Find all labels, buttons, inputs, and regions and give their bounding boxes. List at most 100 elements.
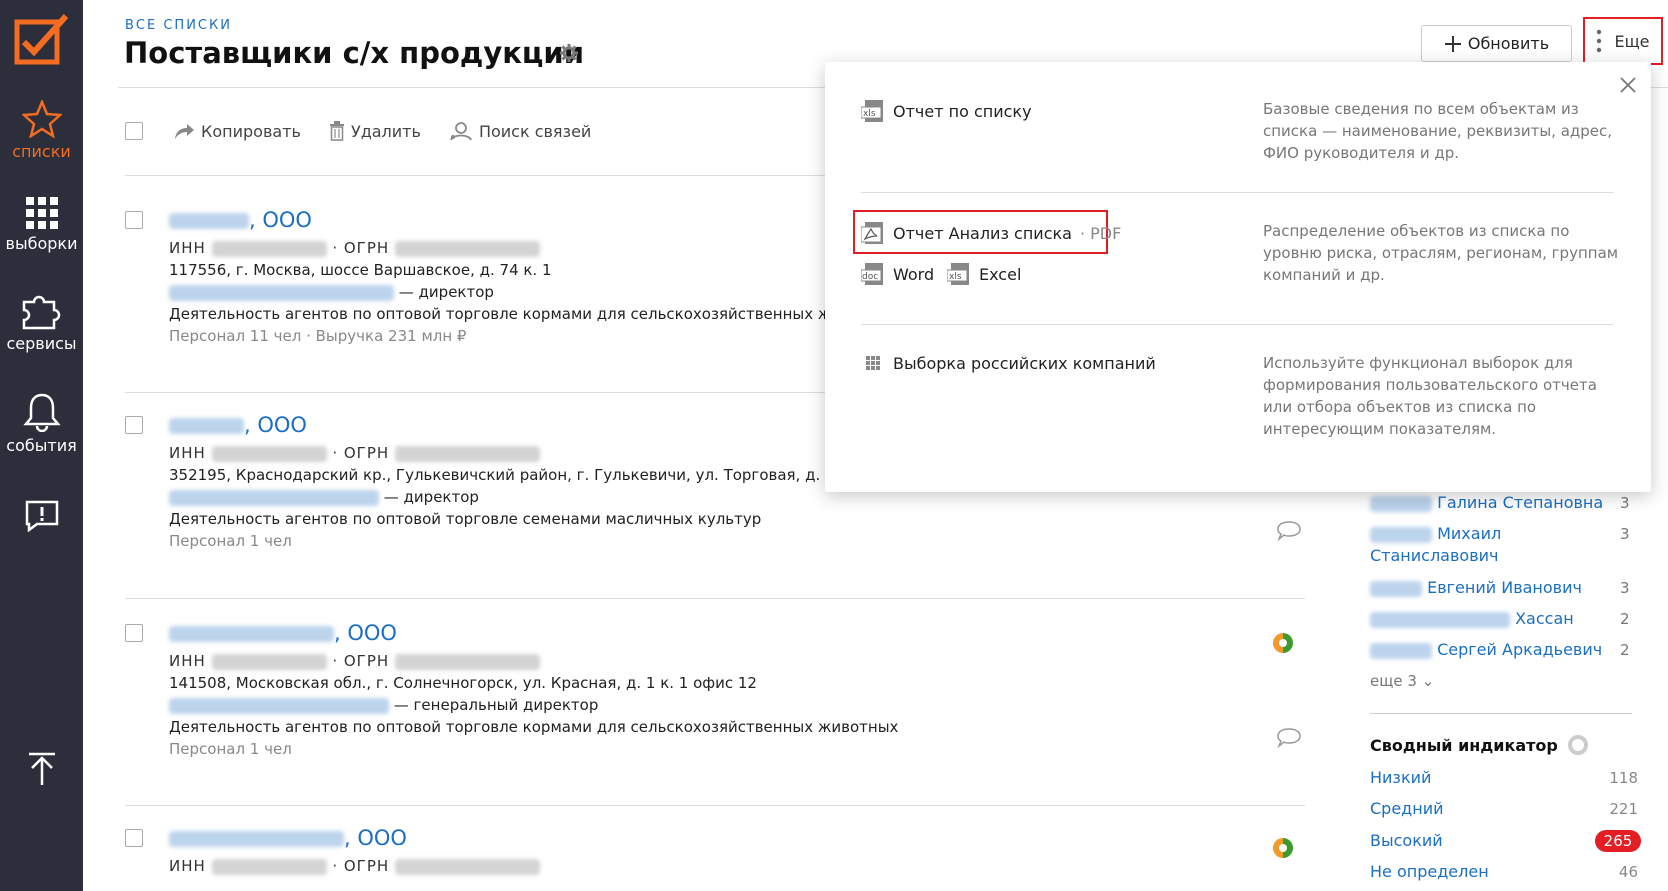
excel-label: Excel [979, 264, 1022, 284]
company-ids: ИНН · ОГРН [169, 652, 1169, 670]
report-analysis-label: Отчет Анализ списка [893, 223, 1072, 243]
person-count: 3 [1620, 494, 1630, 512]
search-links-label: Поиск связей [478, 121, 592, 141]
search-links-button[interactable]: Поиск связей [449, 121, 591, 141]
sidebar-item-lists[interactable]: списки [0, 100, 83, 161]
copy-button[interactable]: Копировать [173, 122, 301, 141]
company-checkbox[interactable] [125, 416, 143, 434]
pdf-format-tag: · PDF [1079, 223, 1122, 243]
logo-icon[interactable] [14, 10, 72, 68]
person-count: 2 [1620, 610, 1630, 628]
card-divider [125, 598, 1305, 599]
risk-indicator-icon[interactable] [1273, 838, 1293, 858]
pdf-file-icon [861, 222, 883, 244]
breadcrumb[interactable]: ВСЕ СПИСКИ [125, 18, 232, 33]
svg-text:xls: xls [949, 272, 962, 282]
person-count: 3 [1620, 579, 1630, 597]
sidebar-item-services[interactable]: сервисы [0, 292, 83, 353]
company-activity: Деятельность агентов по оптовой торговле… [169, 718, 899, 736]
more-dropdown-menu: xls Отчет по списку Базовые сведения по … [825, 62, 1651, 492]
sidebar-item-selections[interactable]: выборки [0, 196, 83, 253]
report-list-item[interactable]: xls Отчет по списку [861, 100, 1032, 122]
selection-item[interactable]: Выборка российских компаний [861, 352, 1156, 374]
person-count: 3 [1620, 525, 1630, 543]
person-link[interactable]: Евгений Иванович [1370, 577, 1610, 599]
company-stats: Персонал 1 чел [169, 740, 292, 758]
summary-undefined-value: 46 [1618, 863, 1638, 881]
excel-export-item[interactable]: xls Excel [947, 263, 1021, 285]
refresh-button[interactable]: Обновить [1421, 25, 1572, 62]
svg-text:xls: xls [863, 109, 876, 119]
trash-icon [329, 121, 344, 141]
summary-indicator-title: Сводный индикатор [1370, 735, 1588, 755]
summary-medium-link[interactable]: Средний [1370, 799, 1444, 818]
selection-label: Выборка российских компаний [893, 353, 1156, 373]
star-icon [21, 100, 62, 138]
sidebar: списки выборки сервисы события [0, 0, 83, 891]
more-button[interactable]: Еще [1583, 17, 1663, 65]
report-analysis-item[interactable]: Отчет Анализ списка · PDF [861, 222, 1121, 244]
alert-chat-icon [25, 500, 58, 532]
kebab-menu-icon [1597, 29, 1602, 53]
person-link[interactable]: Михаил Станиславович [1370, 523, 1540, 567]
word-label: Word [893, 264, 935, 284]
company-head: — генеральный директор [169, 696, 1169, 714]
report-list-description: Базовые сведения по всем объектам из спи… [1263, 100, 1613, 162]
feedback-button[interactable] [0, 500, 83, 536]
share-arrow-icon [175, 124, 194, 139]
report-list-label: Отчет по списку [893, 101, 1032, 121]
company-address: 141508, Московская обл., г. Солнечногорс… [169, 674, 757, 692]
selection-description: Используйте функционал выборок для форми… [1263, 354, 1597, 438]
company-checkbox[interactable] [125, 211, 143, 229]
indicator-gray-icon [1567, 735, 1588, 755]
company-name[interactable]: , ООО [169, 618, 1169, 648]
doc-file-icon: doc [861, 263, 883, 285]
card-divider [125, 805, 1305, 806]
person-link[interactable]: Сергей Аркадьевич [1370, 639, 1610, 661]
show-more-link[interactable]: еще 3 ⌄ [1370, 672, 1434, 690]
company-activity: Деятельность агентов по оптовой торговле… [169, 510, 762, 528]
person-count: 2 [1620, 641, 1630, 659]
person-link[interactable]: Галина Степановна [1370, 492, 1610, 514]
bell-icon [22, 393, 61, 432]
xls-file-icon: xls [861, 100, 883, 122]
delete-label: Удалить [350, 121, 421, 141]
summary-undefined-link[interactable]: Не определен [1370, 862, 1489, 881]
company-name[interactable]: , ООО [169, 823, 1169, 853]
sidebar-item-events[interactable]: события [0, 392, 83, 455]
plus-icon [1444, 35, 1461, 52]
delete-button[interactable]: Удалить [329, 121, 421, 141]
grid-icon [25, 197, 58, 229]
sidebar-item-label: события [6, 436, 77, 455]
xls-file-icon: xls [947, 263, 969, 285]
scroll-top-button[interactable] [0, 752, 83, 790]
company-checkbox[interactable] [125, 829, 143, 847]
risk-indicator-icon[interactable] [1273, 633, 1293, 653]
sidebar-item-label: выборки [5, 234, 78, 253]
more-label: Еще [1614, 31, 1650, 51]
close-icon[interactable] [1619, 76, 1637, 98]
gear-icon[interactable] [560, 44, 578, 66]
summary-low-value: 118 [1609, 769, 1638, 787]
summary-high-badge: 265 [1595, 830, 1641, 852]
dropdown-divider [861, 192, 1613, 193]
dropdown-divider [861, 324, 1613, 325]
select-all-checkbox[interactable] [125, 122, 143, 140]
summary-low-link[interactable]: Низкий [1370, 768, 1431, 787]
right-divider [1370, 713, 1632, 714]
report-analysis-description: Распределение объектов из списка по уров… [1263, 222, 1619, 284]
person-search-icon [450, 122, 472, 141]
comment-icon[interactable] [1276, 520, 1302, 542]
company-checkbox[interactable] [125, 624, 143, 642]
comment-icon[interactable] [1276, 727, 1302, 749]
refresh-label: Обновить [1467, 34, 1550, 53]
company-stats: Персонал 1 чел [169, 532, 292, 550]
person-link[interactable]: Хассан [1370, 608, 1610, 630]
scroll-top-icon [28, 752, 55, 785]
page-title: Поставщики с/х продукции [124, 36, 585, 70]
chevron-down-icon: ⌄ [1421, 672, 1435, 690]
copy-label: Копировать [201, 121, 301, 141]
word-export-item[interactable]: doc Word [861, 263, 934, 285]
grid-small-icon [866, 356, 880, 370]
summary-high-link[interactable]: Высокий [1370, 831, 1443, 850]
